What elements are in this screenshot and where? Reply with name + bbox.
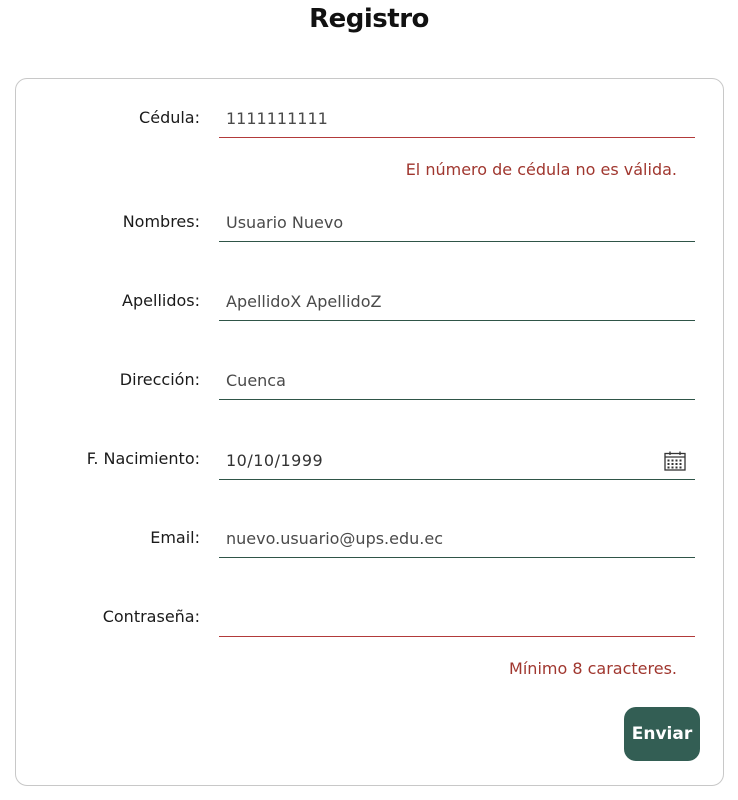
password-input[interactable] [219,599,695,637]
email-label: Email: [150,528,200,547]
apellidos-input[interactable]: ApellidoX ApellidoZ [219,283,695,321]
email-value: nuevo.usuario@ups.edu.ec [226,529,444,548]
nacimiento-label: F. Nacimiento: [86,449,200,468]
cedula-input[interactable]: 1111111111 [219,100,695,138]
password-label: Contraseña: [102,607,200,626]
cedula-error-message: El número de cédula no es válida. [405,160,677,179]
nacimiento-date-input[interactable]: 10/10/1999 [219,442,695,480]
direccion-label: Dirección: [119,370,200,389]
calendar-icon[interactable] [664,451,686,471]
password-error-message: Mínimo 8 caracteres. [509,659,677,678]
submit-button[interactable]: Enviar [624,707,700,761]
nacimiento-value: 10/10/1999 [226,451,324,470]
page-title: Registro [309,4,429,34]
registration-form-card [15,78,724,786]
nombres-label: Nombres: [122,212,200,231]
nombres-input[interactable]: Usuario Nuevo [219,204,695,242]
email-input[interactable]: nuevo.usuario@ups.edu.ec [219,520,695,558]
cedula-label: Cédula: [139,108,200,127]
direccion-input[interactable]: Cuenca [219,362,695,400]
direccion-value: Cuenca [226,371,286,390]
apellidos-value: ApellidoX ApellidoZ [226,292,382,311]
nombres-value: Usuario Nuevo [226,213,344,232]
cedula-value: 1111111111 [226,109,328,128]
apellidos-label: Apellidos: [122,291,200,310]
